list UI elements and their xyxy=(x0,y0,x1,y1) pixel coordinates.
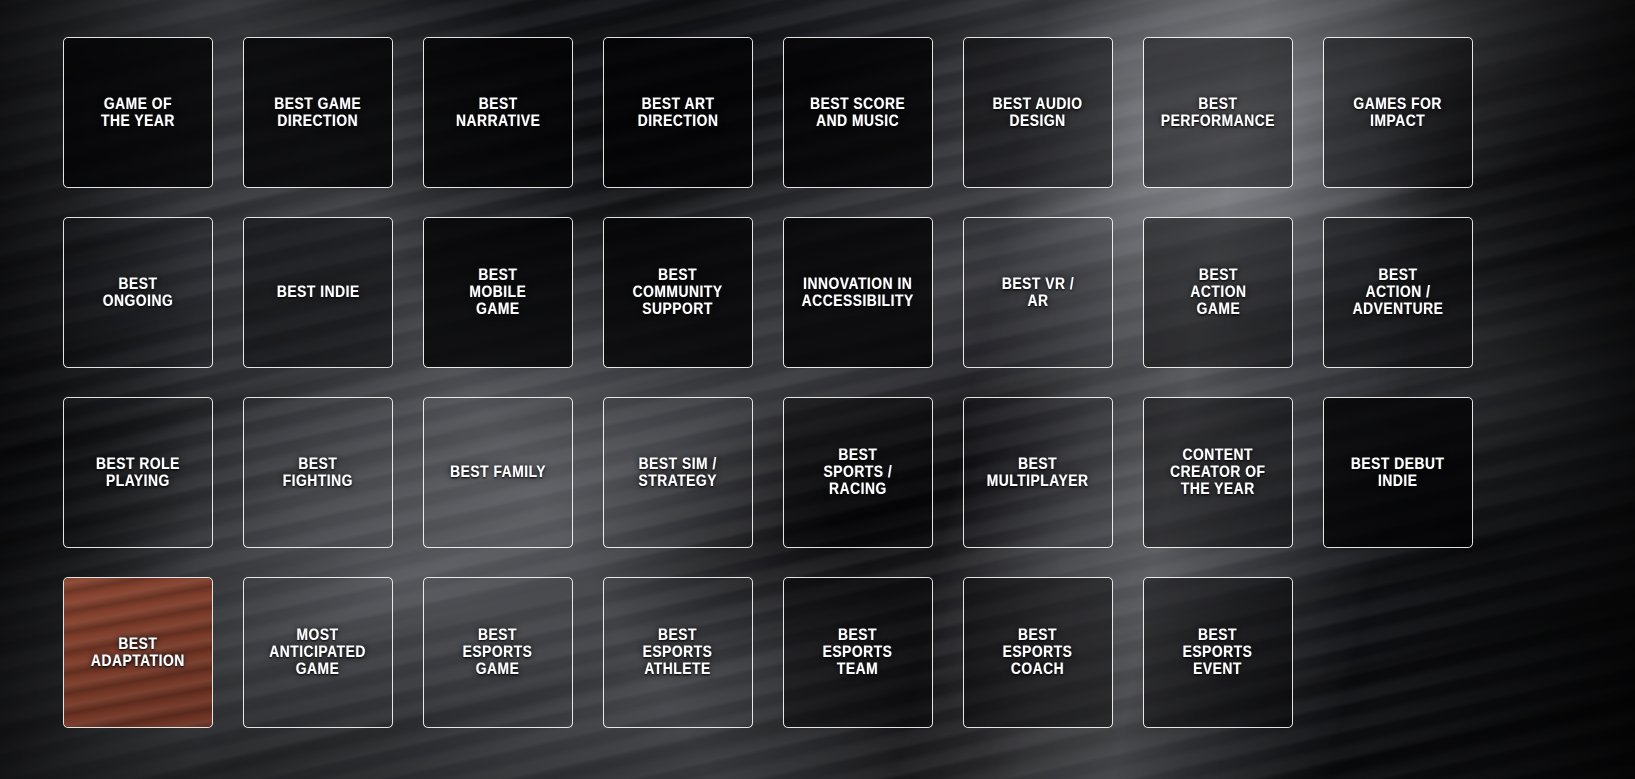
award-card-label: BEST INDIE xyxy=(276,283,360,301)
award-card-label: MOST ANTICIPATED GAME xyxy=(269,626,367,678)
award-card-best-fighting[interactable]: BEST FIGHTING xyxy=(243,397,393,548)
award-card-best-audio-design[interactable]: BEST AUDIO DESIGN xyxy=(963,37,1113,188)
award-card-label: BEST ART DIRECTION xyxy=(637,94,719,130)
award-card-label: BEST AUDIO DESIGN xyxy=(992,94,1084,130)
award-card-label: BEST ESPORTS GAME xyxy=(463,626,533,678)
award-card-best-vr-ar[interactable]: BEST VR / AR xyxy=(963,217,1113,368)
award-card-most-anticipated-game[interactable]: MOST ANTICIPATED GAME xyxy=(243,577,393,728)
award-card-label: BEST COMMUNITY SUPPORT xyxy=(632,266,723,318)
award-card-label: BEST MOBILE GAME xyxy=(469,266,527,318)
award-card-best-sim-strategy[interactable]: BEST SIM / STRATEGY xyxy=(603,397,753,548)
award-card-best-action-adventure[interactable]: BEST ACTION / ADVENTURE xyxy=(1323,217,1473,368)
award-card-label: INNOVATION IN ACCESSIBILITY xyxy=(801,274,915,310)
award-card-content-creator-of-the-year[interactable]: CONTENT CREATOR OF THE YEAR xyxy=(1143,397,1293,548)
award-card-label: BEST ESPORTS EVENT xyxy=(1183,626,1253,678)
award-card-label: BEST ESPORTS ATHLETE xyxy=(643,626,713,678)
award-card-label: GAMES FOR IMPACT xyxy=(1353,94,1443,130)
award-card-label: BEST NARRATIVE xyxy=(455,94,541,130)
award-card-best-performance[interactable]: BEST PERFORMANCE xyxy=(1143,37,1293,188)
award-card-game-of-the-year[interactable]: GAME OF THE YEAR xyxy=(63,37,213,188)
award-card-best-sports-racing[interactable]: BEST SPORTS / RACING xyxy=(783,397,933,548)
award-card-empty-slot xyxy=(1323,577,1473,728)
award-card-best-community-support[interactable]: BEST COMMUNITY SUPPORT xyxy=(603,217,753,368)
award-card-best-indie[interactable]: BEST INDIE xyxy=(243,217,393,368)
award-card-innovation-in-accessibility[interactable]: INNOVATION IN ACCESSIBILITY xyxy=(783,217,933,368)
award-card-label: BEST ONGOING xyxy=(102,274,174,310)
award-card-best-esports-athlete[interactable]: BEST ESPORTS ATHLETE xyxy=(603,577,753,728)
award-card-best-art-direction[interactable]: BEST ART DIRECTION xyxy=(603,37,753,188)
award-card-label: GAME OF THE YEAR xyxy=(101,94,175,130)
award-card-label: BEST FAMILY xyxy=(450,463,546,481)
award-card-best-esports-team[interactable]: BEST ESPORTS TEAM xyxy=(783,577,933,728)
award-card-best-role-playing[interactable]: BEST ROLE PLAYING xyxy=(63,397,213,548)
award-card-label: BEST ACTION GAME xyxy=(1189,266,1247,318)
award-categories-screen: GAME OF THE YEAR BEST GAME DIRECTION BEST … xyxy=(0,0,1635,779)
award-card-games-for-impact[interactable]: GAMES FOR IMPACT xyxy=(1323,37,1473,188)
award-card-best-adaptation[interactable]: BEST ADAPTATION xyxy=(63,577,213,728)
award-card-label: BEST FIGHTING xyxy=(282,454,354,490)
award-card-best-mobile-game[interactable]: BEST MOBILE GAME xyxy=(423,217,573,368)
award-card-best-ongoing[interactable]: BEST ONGOING xyxy=(63,217,213,368)
award-card-label: BEST VR / AR xyxy=(1001,274,1075,310)
award-card-best-esports-game[interactable]: BEST ESPORTS GAME xyxy=(423,577,573,728)
award-card-label: CONTENT CREATOR OF THE YEAR xyxy=(1170,446,1266,498)
award-card-label: BEST GAME DIRECTION xyxy=(274,94,362,130)
award-card-label: BEST MULTIPLAYER xyxy=(987,454,1089,490)
award-card-label: BEST SPORTS / RACING xyxy=(823,446,893,498)
award-card-label: BEST ACTION / ADVENTURE xyxy=(1352,266,1444,318)
award-card-best-narrative[interactable]: BEST NARRATIVE xyxy=(423,37,573,188)
award-card-label: BEST PERFORMANCE xyxy=(1160,94,1276,130)
award-card-best-action-game[interactable]: BEST ACTION GAME xyxy=(1143,217,1293,368)
award-card-label: BEST ROLE PLAYING xyxy=(96,454,180,490)
award-card-best-debut-indie[interactable]: BEST DEBUT INDIE xyxy=(1323,397,1473,548)
award-card-best-game-direction[interactable]: BEST GAME DIRECTION xyxy=(243,37,393,188)
award-card-label: BEST SIM / STRATEGY xyxy=(638,454,718,490)
award-card-label: BEST SCORE AND MUSIC xyxy=(810,94,906,130)
award-card-best-family[interactable]: BEST FAMILY xyxy=(423,397,573,548)
award-card-label: BEST ESPORTS COACH xyxy=(1003,626,1073,678)
award-card-best-multiplayer[interactable]: BEST MULTIPLAYER xyxy=(963,397,1113,548)
award-card-best-score-and-music[interactable]: BEST SCORE AND MUSIC xyxy=(783,37,933,188)
award-card-label: BEST ESPORTS TEAM xyxy=(823,626,893,678)
award-card-best-esports-coach[interactable]: BEST ESPORTS COACH xyxy=(963,577,1113,728)
award-card-label: BEST ADAPTATION xyxy=(91,634,185,670)
award-card-best-esports-event[interactable]: BEST ESPORTS EVENT xyxy=(1143,577,1293,728)
award-category-grid: GAME OF THE YEAR BEST GAME DIRECTION BEST … xyxy=(63,37,1475,728)
award-card-label: BEST DEBUT INDIE xyxy=(1351,454,1445,490)
